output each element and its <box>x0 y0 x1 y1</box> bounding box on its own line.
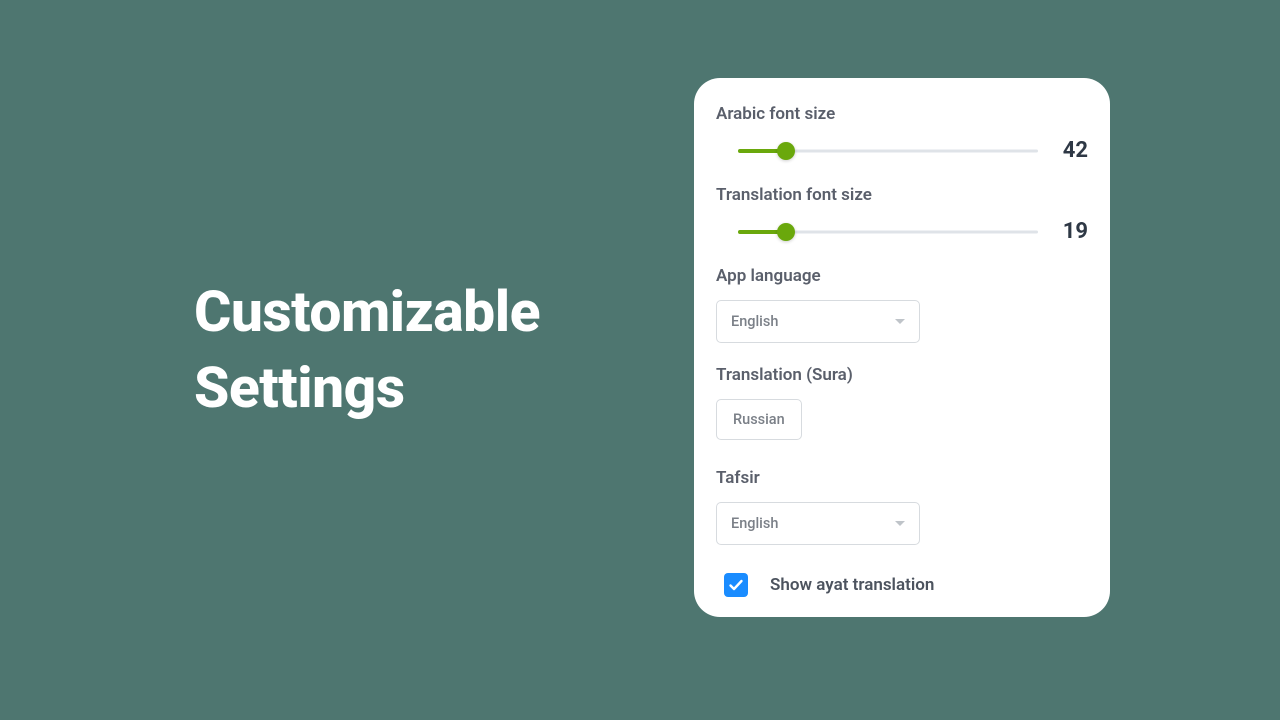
translation-sura-selected: Russian <box>733 411 785 428</box>
tafsir-section: Tafsir English <box>716 468 1088 545</box>
translation-font-section: Translation font size 19 <box>716 185 1088 244</box>
show-ayat-label: Show ayat translation <box>770 575 934 595</box>
tafsir-selected: English <box>731 515 778 532</box>
arabic-font-value: 42 <box>1056 138 1088 163</box>
translation-font-slider[interactable] <box>738 222 1038 242</box>
tafsir-select[interactable]: English <box>716 502 920 545</box>
show-ayat-checkbox[interactable] <box>724 573 748 597</box>
check-icon <box>728 577 744 593</box>
app-language-section: App language English <box>716 266 1088 343</box>
arabic-font-label: Arabic font size <box>716 104 1088 124</box>
app-language-label: App language <box>716 266 1088 286</box>
translation-font-label: Translation font size <box>716 185 1088 205</box>
slider-thumb[interactable] <box>777 142 795 160</box>
tafsir-label: Tafsir <box>716 468 1088 488</box>
translation-sura-label: Translation (Sura) <box>716 365 1088 385</box>
show-ayat-row: Show ayat translation <box>716 567 1088 597</box>
chevron-down-icon <box>895 319 905 324</box>
arabic-font-slider-row: 42 <box>716 138 1088 163</box>
arabic-font-slider[interactable] <box>738 141 1038 161</box>
translation-font-value: 19 <box>1056 219 1088 244</box>
translation-sura-select[interactable]: Russian <box>716 399 802 440</box>
translation-sura-section: Translation (Sura) Russian <box>716 365 1088 440</box>
page-heading: Customizable Settings <box>194 274 540 426</box>
arabic-font-section: Arabic font size 42 <box>716 104 1088 163</box>
chevron-down-icon <box>895 521 905 526</box>
app-language-select[interactable]: English <box>716 300 920 343</box>
settings-card: Arabic font size 42 Translation font siz… <box>694 78 1110 617</box>
app-language-selected: English <box>731 313 778 330</box>
heading-line-1: Customizable <box>194 274 540 350</box>
slider-thumb[interactable] <box>777 223 795 241</box>
heading-line-2: Settings <box>194 350 540 426</box>
translation-font-slider-row: 19 <box>716 219 1088 244</box>
